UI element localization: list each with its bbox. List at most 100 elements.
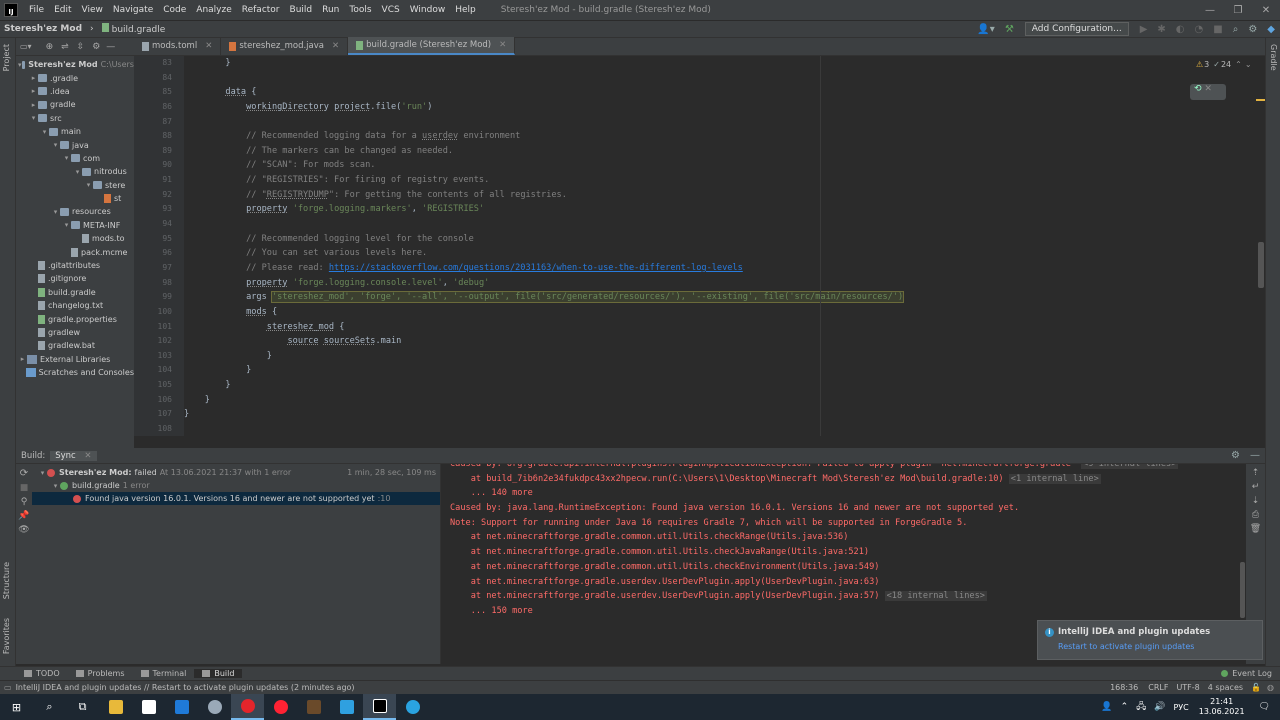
code-line[interactable] bbox=[184, 217, 1265, 232]
expand-arrow-icon[interactable]: ▾ bbox=[84, 181, 93, 189]
code-line[interactable]: } bbox=[184, 363, 1265, 378]
tool-tab-build[interactable]: Build bbox=[194, 669, 243, 678]
volume-tray-icon[interactable]: 🔊 bbox=[1154, 702, 1165, 712]
code-line[interactable]: } bbox=[184, 349, 1265, 364]
code-line[interactable]: } bbox=[184, 407, 1265, 422]
indent-setting[interactable]: 4 spaces bbox=[1208, 683, 1243, 692]
project-tree-item[interactable]: build.gradle bbox=[16, 286, 134, 299]
tray-arrow-icon[interactable]: ⌃ bbox=[1121, 702, 1129, 712]
resync-icon[interactable]: ⟳ bbox=[16, 468, 32, 479]
expand-arrow-icon[interactable]: ▾ bbox=[38, 469, 47, 477]
menu-item-view[interactable]: View bbox=[77, 5, 108, 15]
code-line[interactable]: } bbox=[184, 56, 1265, 71]
menu-item-navigate[interactable]: Navigate bbox=[108, 5, 158, 15]
code-line[interactable]: // "REGISTRIES": For firing of registry … bbox=[184, 173, 1265, 188]
clear-console-icon[interactable]: 🗑 bbox=[1246, 524, 1265, 534]
internal-lines-fold[interactable]: <1 internal line> bbox=[1008, 473, 1101, 484]
menu-item-refactor[interactable]: Refactor bbox=[237, 5, 285, 15]
filter-icon[interactable]: ⚲ bbox=[16, 497, 32, 507]
menu-item-edit[interactable]: Edit bbox=[49, 5, 76, 15]
status-message[interactable]: IntelliJ IDEA and plugin updates // Rest… bbox=[16, 683, 355, 692]
expand-arrow-icon[interactable]: ▾ bbox=[40, 128, 49, 136]
console-line[interactable]: at net.minecraftforge.gradle.common.util… bbox=[441, 530, 1246, 545]
project-tree-item[interactable]: ▾ resources bbox=[16, 205, 134, 218]
project-tree-item[interactable]: ▾ nitrodus bbox=[16, 165, 134, 178]
menu-item-file[interactable]: File bbox=[24, 5, 49, 15]
breadcrumb-project[interactable]: Steresh'ez Mod bbox=[0, 24, 86, 34]
minimize-icon[interactable]: — bbox=[1196, 5, 1224, 16]
profile-icon[interactable]: ◔ bbox=[1190, 24, 1209, 35]
close-tab-icon[interactable]: ✕ bbox=[205, 41, 212, 51]
pin-icon[interactable]: 📌 bbox=[16, 511, 32, 521]
warning-marker[interactable] bbox=[1256, 99, 1265, 101]
task-view-icon[interactable]: ⧉ bbox=[66, 694, 99, 720]
line-separator[interactable]: CRLF bbox=[1148, 683, 1168, 692]
close-sync-tab-icon[interactable]: ✕ bbox=[84, 451, 91, 461]
expand-all-icon[interactable]: ⇳ bbox=[77, 42, 85, 52]
search-icon[interactable]: ⌕ bbox=[1228, 24, 1244, 35]
network-tray-icon[interactable]: 🖧 bbox=[1136, 699, 1146, 715]
code-line[interactable] bbox=[184, 115, 1265, 130]
expand-arrow-icon[interactable]: ▾ bbox=[51, 208, 60, 216]
build-hide-icon[interactable]: — bbox=[1245, 450, 1265, 461]
print-icon[interactable]: ⎙ bbox=[1246, 510, 1265, 520]
lock-icon[interactable]: 🔓 bbox=[1251, 683, 1261, 692]
app-icon[interactable] bbox=[330, 694, 363, 720]
stop-icon[interactable]: ■ bbox=[1208, 24, 1227, 35]
console-line[interactable]: ... 150 more bbox=[441, 604, 1246, 619]
close-icon[interactable]: ✕ bbox=[1252, 5, 1280, 16]
favorites-tool-label[interactable]: Favorites bbox=[2, 618, 11, 654]
project-tree-item[interactable]: Scratches and Consoles bbox=[16, 366, 134, 379]
code-line[interactable]: // You can set various levels here. bbox=[184, 246, 1265, 261]
inspection-up-icon[interactable]: ⌃ bbox=[1235, 60, 1242, 69]
code-line[interactable] bbox=[184, 422, 1265, 436]
build-hammer-icon[interactable]: ⚒ bbox=[1000, 24, 1019, 35]
project-tree-item[interactable]: ▸ External Libraries bbox=[16, 353, 134, 366]
project-tree-item[interactable]: .gitattributes bbox=[16, 259, 134, 272]
expand-arrow-icon[interactable]: ▾ bbox=[62, 154, 71, 162]
code-line[interactable]: property 'forge.logging.markers', 'REGIS… bbox=[184, 202, 1265, 217]
console-line[interactable]: ... 140 more bbox=[441, 486, 1246, 501]
menu-item-tools[interactable]: Tools bbox=[344, 5, 376, 15]
locate-icon[interactable]: ⊕ bbox=[46, 42, 54, 52]
menu-item-code[interactable]: Code bbox=[158, 5, 191, 15]
expand-arrow-icon[interactable]: ▾ bbox=[29, 114, 38, 122]
gradle-reload-icon[interactable]: ⟲ bbox=[1194, 84, 1202, 94]
console-line[interactable]: at build_7ib6n2e34fukdpc43xx2hpecw.run(C… bbox=[441, 472, 1246, 487]
gradle-tool-label[interactable]: Gradle bbox=[1269, 44, 1278, 71]
explorer-icon[interactable] bbox=[99, 694, 132, 720]
add-configuration-button[interactable]: Add Configuration... bbox=[1024, 22, 1129, 36]
project-tree-item[interactable]: gradle.properties bbox=[16, 312, 134, 325]
code-line[interactable]: } bbox=[184, 378, 1265, 393]
minecraft-icon[interactable] bbox=[297, 694, 330, 720]
inspection-widget[interactable]: ⚠ 3 ✓ 24 ⌃ ⌄ bbox=[1196, 60, 1252, 69]
user-icon[interactable]: 👤▾ bbox=[972, 24, 999, 35]
network-app-icon[interactable] bbox=[198, 694, 231, 720]
console-line[interactable]: at net.minecraftforge.gradle.common.util… bbox=[441, 545, 1246, 560]
expand-arrow-icon[interactable]: ▸ bbox=[29, 74, 38, 82]
internal-lines-fold[interactable]: <9 internal lines> bbox=[1081, 464, 1179, 469]
code-line[interactable]: mods { bbox=[184, 305, 1265, 320]
menu-item-help[interactable]: Help bbox=[450, 5, 481, 15]
project-tree-item[interactable]: ▾ META-INF bbox=[16, 219, 134, 232]
telegram-icon[interactable] bbox=[396, 694, 429, 720]
code-editor[interactable]: } data { workingDirectory project.file('… bbox=[184, 56, 1265, 436]
keyboard-language[interactable]: РУС bbox=[1173, 703, 1188, 712]
tool-tab-todo[interactable]: TODO bbox=[16, 669, 68, 678]
yandex-icon[interactable] bbox=[264, 694, 297, 720]
console-line[interactable]: at net.minecraftforge.gradle.common.util… bbox=[441, 560, 1246, 575]
code-line[interactable]: source sourceSets.main bbox=[184, 334, 1265, 349]
code-line[interactable]: // "SCAN": For mods scan. bbox=[184, 158, 1265, 173]
project-tree-item[interactable]: ▾ src bbox=[16, 112, 134, 125]
code-line[interactable]: } bbox=[184, 393, 1265, 408]
inspection-down-icon[interactable]: ⌄ bbox=[1245, 60, 1252, 69]
console-line[interactable]: at net.minecraftforge.gradle.userdev.Use… bbox=[441, 589, 1246, 604]
project-tree-item[interactable]: ▾ Steresh'ez Mod C:\Users bbox=[16, 58, 134, 71]
menu-item-run[interactable]: Run bbox=[317, 5, 344, 15]
breadcrumb-file[interactable]: build.gradle bbox=[98, 23, 170, 35]
project-tree-item[interactable]: ▾ stere bbox=[16, 179, 134, 192]
editor-tab[interactable]: mods.toml ✕ bbox=[134, 37, 222, 55]
code-line[interactable]: // The markers can be changed as needed. bbox=[184, 144, 1265, 159]
expand-arrow-icon[interactable]: ▾ bbox=[51, 141, 60, 149]
console-line[interactable]: at net.minecraftforge.gradle.userdev.Use… bbox=[441, 575, 1246, 590]
